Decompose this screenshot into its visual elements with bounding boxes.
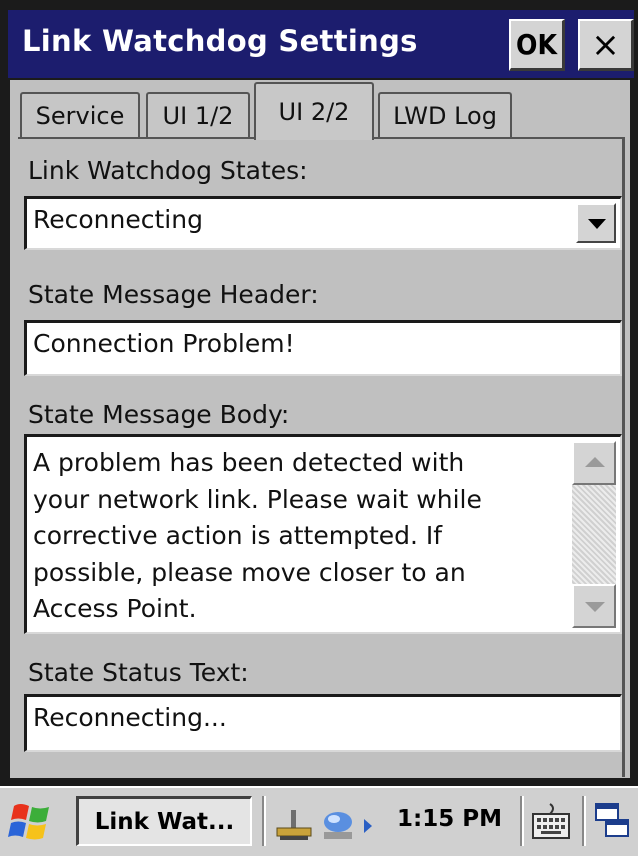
windows-switch-icon[interactable] [594, 800, 630, 840]
body-line: corrective action is attempted. If [33, 521, 443, 550]
tab-lwd-log[interactable]: LWD Log [378, 92, 512, 138]
scroll-up-icon[interactable] [572, 441, 616, 485]
chevron-down-icon[interactable] [576, 203, 616, 243]
body-line: possible, please move closer to an [33, 557, 466, 587]
vertical-scrollbar[interactable] [572, 441, 616, 628]
status-input-value: Reconnecting... [33, 703, 227, 732]
taskbar: Link Wat... 1:15 PM [0, 786, 638, 856]
states-dropdown[interactable]: Reconnecting [24, 196, 622, 250]
header-input[interactable]: Connection Problem! [24, 320, 622, 376]
taskbar-separator [262, 796, 266, 846]
close-button[interactable]: × [578, 19, 634, 71]
states-selected-value: Reconnecting [33, 205, 203, 234]
windows-flag-icon[interactable] [8, 798, 56, 844]
body-line: Access Point. [33, 594, 197, 623]
status-label: State Status Text: [28, 658, 249, 687]
body-line: your network link. Please wait while [33, 484, 482, 514]
dialog-window: Link Watchdog Settings OK × Service UI 1… [0, 0, 638, 786]
body-label: State Message Body: [28, 400, 290, 429]
body-textarea[interactable]: A problem has been detected with your ne… [24, 434, 622, 634]
keyboard-icon[interactable] [530, 800, 572, 842]
scroll-down-icon[interactable] [572, 584, 616, 628]
network-connection-icon[interactable] [274, 808, 314, 842]
body-line: A problem has been detected with [33, 448, 465, 477]
taskbar-separator [582, 796, 586, 846]
clock[interactable]: 1:15 PM [397, 806, 502, 832]
tab-ui-2-2[interactable]: UI 2/2 [254, 82, 374, 140]
panel-border [622, 137, 625, 777]
dialog-client-area: Service UI 1/2 UI 2/2 LWD Log Link Watch… [10, 80, 630, 778]
header-label: State Message Header: [28, 280, 319, 309]
taskbar-app-button[interactable]: Link Wat... [76, 796, 252, 846]
status-input[interactable]: Reconnecting... [24, 694, 622, 752]
body-textarea-content: A problem has been detected with your ne… [33, 445, 563, 628]
title-bar: Link Watchdog Settings OK × [8, 10, 634, 78]
tab-ui-1-2[interactable]: UI 1/2 [146, 92, 250, 138]
taskbar-separator [520, 796, 524, 846]
sync-icon[interactable] [318, 808, 358, 842]
states-label: Link Watchdog States: [28, 156, 308, 185]
header-input-value: Connection Problem! [33, 329, 295, 358]
window-title: Link Watchdog Settings [22, 24, 418, 58]
tab-service[interactable]: Service [20, 92, 140, 138]
ok-button[interactable]: OK [509, 19, 565, 71]
arrow-icon [364, 819, 372, 833]
